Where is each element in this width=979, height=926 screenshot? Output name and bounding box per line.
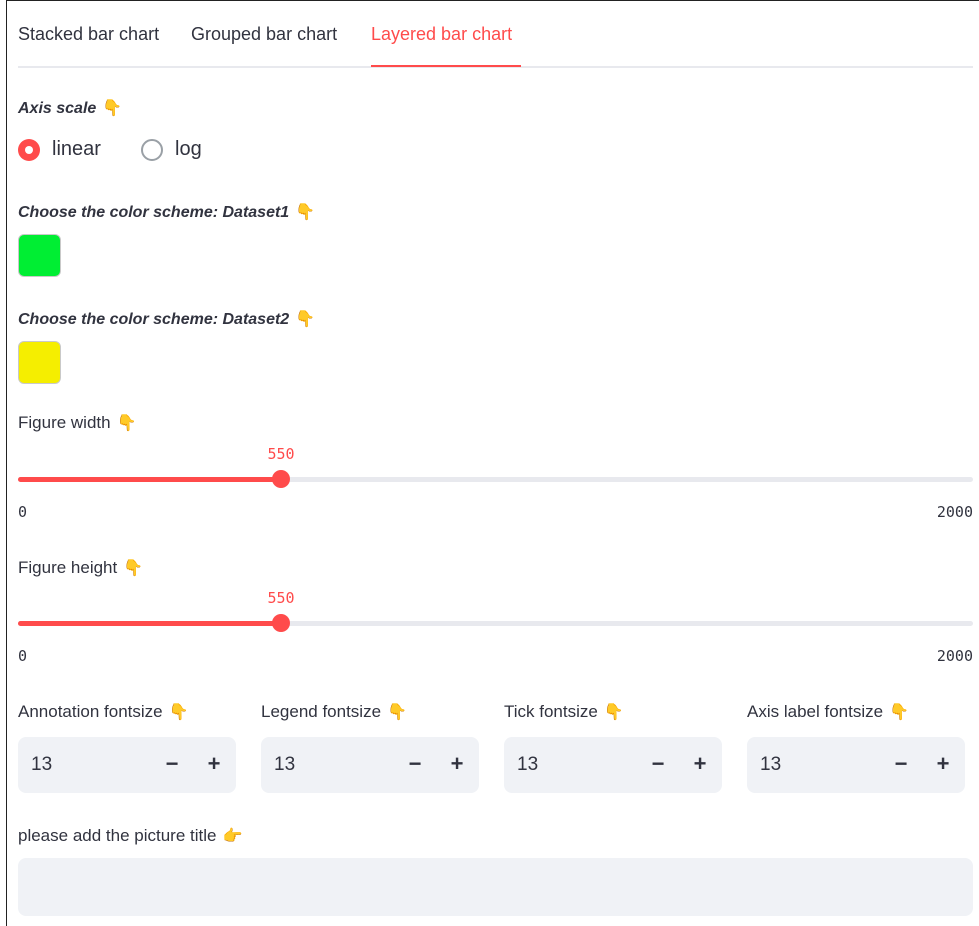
pointing-down-hand-icon: 👇 <box>295 311 316 328</box>
pointing-down-hand-icon: 👇 <box>123 560 144 577</box>
picture-title-input[interactable] <box>18 858 973 916</box>
picture-title-label: please add the picture title 👉 <box>18 826 242 846</box>
radio-linear[interactable]: linear <box>18 138 101 161</box>
color-dataset2-label-text: Choose the color scheme: Dataset2 <box>18 311 290 328</box>
increment-button[interactable]: + <box>200 749 228 779</box>
slider-min: 0 <box>18 503 28 521</box>
axis-scale-label: Axis scale 👇 <box>18 98 122 118</box>
slider-fill <box>18 621 281 626</box>
color-dataset1-label-text: Choose the color scheme: Dataset1 <box>18 204 290 221</box>
decrement-button[interactable]: − <box>644 749 672 779</box>
color-dataset2-label: Choose the color scheme: Dataset2 👇 <box>18 309 315 329</box>
figure-width-label: Figure width 👇 <box>18 413 137 433</box>
radio-linear-label: linear <box>52 138 101 160</box>
axis-label-fontsize-label: Axis label fontsize 👇 <box>747 702 909 722</box>
tab-grouped-bar-chart[interactable]: Grouped bar chart <box>191 24 337 45</box>
slider-fill <box>18 477 281 482</box>
slider-max: 2000 <box>936 647 973 665</box>
increment-button[interactable]: + <box>443 749 471 779</box>
pointing-right-hand-icon: 👉 <box>222 828 243 845</box>
slider-thumb[interactable] <box>272 470 290 488</box>
pointing-down-hand-icon: 👇 <box>102 100 123 117</box>
decrement-button[interactable]: − <box>401 749 429 779</box>
annotation-fontsize-label: Annotation fontsize 👇 <box>18 702 189 722</box>
decrement-button[interactable]: − <box>158 749 186 779</box>
slider-max: 2000 <box>936 503 973 521</box>
pointing-down-hand-icon: 👇 <box>295 204 316 221</box>
slider-value: 550 <box>267 445 295 463</box>
tick-fontsize-label: Tick fontsize 👇 <box>504 702 624 722</box>
figure-width-label-text: Figure width <box>18 413 111 432</box>
slider-min: 0 <box>18 647 28 665</box>
annotation-fontsize-label-text: Annotation fontsize <box>18 702 163 721</box>
picture-title-label-text: please add the picture title <box>18 826 217 845</box>
axis-scale-label-text: Axis scale <box>18 100 97 117</box>
pointing-down-hand-icon: 👇 <box>889 704 909 721</box>
radio-log[interactable]: log <box>141 138 202 161</box>
pointing-down-hand-icon: 👇 <box>168 704 189 721</box>
chart-type-tabs: Stacked bar chart Grouped bar chart Laye… <box>18 24 973 68</box>
axis-label-fontsize-label-text: Axis label fontsize <box>747 702 884 721</box>
active-tab-indicator <box>371 65 521 67</box>
number-value[interactable]: 13 <box>517 754 538 776</box>
pointing-down-hand-icon: 👇 <box>116 415 137 432</box>
decrement-button[interactable]: − <box>887 749 915 779</box>
radio-log-label: log <box>175 138 202 160</box>
tick-fontsize-input[interactable]: 13 − + <box>504 737 722 793</box>
axis-label-fontsize-input[interactable]: 13 − + <box>747 737 965 793</box>
color-dataset1-label: Choose the color scheme: Dataset1 👇 <box>18 202 315 222</box>
slider-thumb[interactable] <box>272 614 290 632</box>
figure-height-label-text: Figure height <box>18 558 118 577</box>
figure-height-slider[interactable]: 550 0 2000 <box>18 589 973 665</box>
radio-checked-icon <box>18 138 40 161</box>
annotation-fontsize-input[interactable]: 13 − + <box>18 737 236 793</box>
number-value[interactable]: 13 <box>760 754 781 776</box>
pointing-down-hand-icon: 👇 <box>603 704 624 721</box>
legend-fontsize-label-text: Legend fontsize <box>261 702 382 721</box>
slider-value: 550 <box>267 589 295 607</box>
radio-unchecked-icon <box>141 138 163 161</box>
legend-fontsize-label: Legend fontsize 👇 <box>261 702 407 722</box>
figure-width-slider[interactable]: 550 0 2000 <box>18 445 973 521</box>
figure-height-label: Figure height 👇 <box>18 558 143 578</box>
color-picker-dataset1[interactable] <box>18 234 61 277</box>
tab-stacked-bar-chart[interactable]: Stacked bar chart <box>18 24 159 45</box>
number-value[interactable]: 13 <box>31 754 52 776</box>
tab-layered-bar-chart[interactable]: Layered bar chart <box>371 24 512 45</box>
tick-fontsize-label-text: Tick fontsize <box>504 702 598 721</box>
color-picker-dataset2[interactable] <box>18 341 61 384</box>
legend-fontsize-input[interactable]: 13 − + <box>261 737 479 793</box>
number-value[interactable]: 13 <box>274 754 295 776</box>
increment-button[interactable]: + <box>929 749 957 779</box>
increment-button[interactable]: + <box>686 749 714 779</box>
pointing-down-hand-icon: 👇 <box>387 704 407 721</box>
